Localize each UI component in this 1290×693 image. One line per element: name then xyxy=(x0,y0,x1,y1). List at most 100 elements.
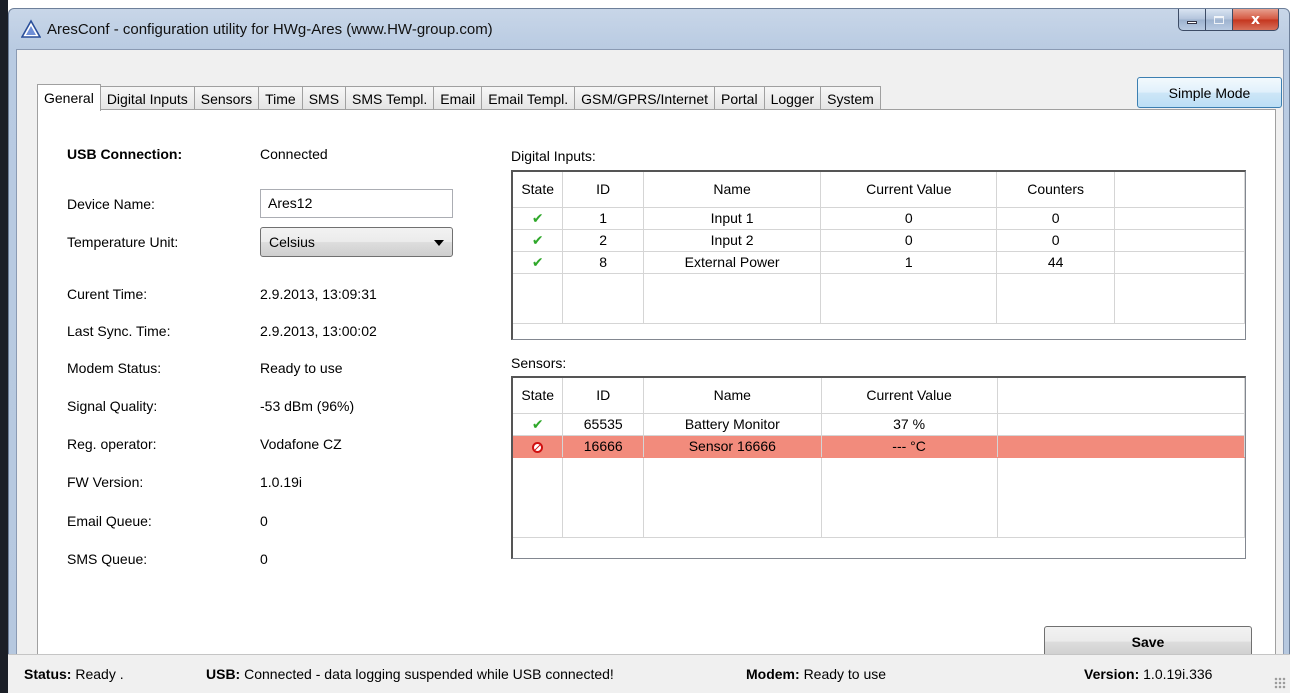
usb-connection-label: USB Connection: xyxy=(67,146,183,162)
fw-version-value: 1.0.19i xyxy=(260,474,303,490)
maximize-icon xyxy=(1214,15,1224,24)
column-header-state[interactable]: State xyxy=(513,172,564,208)
email-queue-label: Email Queue: xyxy=(67,513,152,529)
column-header-id[interactable]: ID xyxy=(562,378,645,414)
column-header-current-value[interactable]: Current Value xyxy=(820,172,998,208)
digital-inputs-title: Digital Inputs: xyxy=(511,148,596,164)
table-row[interactable]: ✔ 65535 Battery Monitor 37 % xyxy=(513,413,1245,436)
tab-sms-templ[interactable]: SMS Templ. xyxy=(345,86,435,110)
cell-current-value: 0 xyxy=(820,229,998,252)
tab-gsm-gprs-internet[interactable]: GSM/GPRS/Internet xyxy=(574,86,715,110)
app-window: AresConf - configuration utility for HWg… xyxy=(8,8,1290,693)
tab-email[interactable]: Email xyxy=(433,86,483,110)
tab-digital-inputs[interactable]: Digital Inputs xyxy=(99,86,195,110)
modem-value: Ready to use xyxy=(803,666,887,682)
status-label: Status: xyxy=(24,666,72,682)
device-name-field[interactable]: Ares12 xyxy=(260,189,453,218)
version-label: Version: xyxy=(1084,666,1140,682)
usb-connection-value: Connected xyxy=(260,146,328,162)
status-section: Status: Ready . xyxy=(24,666,124,682)
modem-section: Modem: Ready to use xyxy=(746,666,886,682)
table-row[interactable]: ✔ 2 Input 2 0 0 xyxy=(513,229,1245,252)
error-icon xyxy=(532,441,544,453)
tab-portal[interactable]: Portal xyxy=(714,86,765,110)
current-time-label: Curent Time: xyxy=(67,286,148,302)
minimize-icon xyxy=(1187,21,1197,24)
column-header-filler xyxy=(997,378,1245,414)
usb-value: Connected - data logging suspended while… xyxy=(244,666,614,682)
tab-system[interactable]: System xyxy=(820,86,881,110)
column-header-counters[interactable]: Counters xyxy=(996,172,1115,208)
version-section: Version: 1.0.19i.336 xyxy=(1084,666,1212,682)
maximize-button[interactable] xyxy=(1206,9,1233,31)
simple-mode-button[interactable]: Simple Mode xyxy=(1137,77,1282,108)
resize-grip-icon[interactable] xyxy=(1274,677,1286,689)
status-bar: Status: Ready . USB: Connected - data lo… xyxy=(8,654,1290,693)
column-header-id[interactable]: ID xyxy=(562,172,644,208)
check-icon: ✔ xyxy=(531,210,544,227)
check-icon: ✔ xyxy=(531,416,544,433)
column-header-name[interactable]: Name xyxy=(643,172,822,208)
minimize-button[interactable] xyxy=(1178,9,1206,31)
client-area: General Digital Inputs Sensors Time SMS … xyxy=(16,49,1284,687)
column-header-current-value[interactable]: Current Value xyxy=(821,378,998,414)
reg-operator-value: Vodafone CZ xyxy=(260,436,342,452)
desktop-background xyxy=(0,0,8,693)
chevron-down-icon xyxy=(434,240,444,246)
tab-sms[interactable]: SMS xyxy=(301,86,347,110)
close-button[interactable]: x xyxy=(1233,9,1279,31)
cell-id: 65535 xyxy=(562,413,645,436)
tab-email-templ[interactable]: Email Templ. xyxy=(481,86,576,110)
save-button[interactable]: Save xyxy=(1044,626,1252,657)
fw-version-label: FW Version: xyxy=(67,474,144,490)
digital-inputs-grid[interactable]: State ID Name Current Value Counters ✔ 1… xyxy=(511,170,1246,340)
last-sync-value: 2.9.2013, 13:00:02 xyxy=(260,323,377,339)
temperature-unit-value: Celsius xyxy=(269,234,315,250)
sensors-grid[interactable]: State ID Name Current Value ✔ 65535 Batt… xyxy=(511,376,1246,559)
status-value: Ready . xyxy=(75,666,124,682)
reg-operator-label: Reg. operator: xyxy=(67,436,157,452)
cell-name: External Power xyxy=(643,251,822,274)
cell-id: 16666 xyxy=(562,435,645,458)
cell-current-value: --- °C xyxy=(821,435,998,458)
current-time-value: 2.9.2013, 13:09:31 xyxy=(260,286,377,302)
cell-current-value: 1 xyxy=(820,251,998,274)
empty-row xyxy=(513,273,1245,324)
cell-id: 1 xyxy=(562,207,644,230)
version-value: 1.0.19i.336 xyxy=(1143,666,1213,682)
tab-sensors[interactable]: Sensors xyxy=(193,86,260,110)
sms-queue-value: 0 xyxy=(260,551,268,567)
temperature-unit-label: Temperature Unit: xyxy=(67,234,179,250)
tab-logger[interactable]: Logger xyxy=(763,86,822,110)
check-icon: ✔ xyxy=(531,232,544,249)
column-header-state[interactable]: State xyxy=(513,378,564,414)
window-controls: x xyxy=(1178,9,1279,31)
table-row[interactable]: ✔ 8 External Power 1 44 xyxy=(513,251,1245,274)
title-bar[interactable]: AresConf - configuration utility for HWg… xyxy=(9,9,1289,49)
device-name-label: Device Name: xyxy=(67,196,155,212)
signal-quality-label: Signal Quality: xyxy=(67,398,158,414)
cell-current-value: 0 xyxy=(820,207,998,230)
cell-counters: 0 xyxy=(996,207,1115,230)
cell-name: Input 2 xyxy=(643,229,822,252)
table-row-alert[interactable]: 16666 Sensor 16666 --- °C xyxy=(513,435,1245,458)
column-header-name[interactable]: Name xyxy=(643,378,822,414)
temperature-unit-select[interactable]: Celsius xyxy=(260,227,453,257)
tab-general[interactable]: General xyxy=(37,84,101,111)
table-header-row: State ID Name Current Value Counters xyxy=(513,172,1245,208)
usb-section: USB: Connected - data logging suspended … xyxy=(206,666,614,682)
modem-status-label: Modem Status: xyxy=(67,360,162,376)
table-row[interactable]: ✔ 1 Input 1 0 0 xyxy=(513,207,1245,230)
sensors-table: State ID Name Current Value ✔ 65535 Batt… xyxy=(513,378,1245,538)
tab-time[interactable]: Time xyxy=(258,86,303,110)
usb-label: USB: xyxy=(206,666,241,682)
window-title: AresConf - configuration utility for HWg… xyxy=(47,21,493,38)
tab-strip: General Digital Inputs Sensors Time SMS … xyxy=(37,84,881,111)
cell-id: 8 xyxy=(562,251,644,274)
general-tab-page: USB Connection: Connected Device Name: A… xyxy=(37,109,1276,675)
empty-row xyxy=(513,457,1245,538)
sensors-title: Sensors: xyxy=(511,355,567,371)
table-header-row: State ID Name Current Value xyxy=(513,378,1245,414)
column-header-filler xyxy=(1114,172,1245,208)
modem-label: Modem: xyxy=(746,666,800,682)
